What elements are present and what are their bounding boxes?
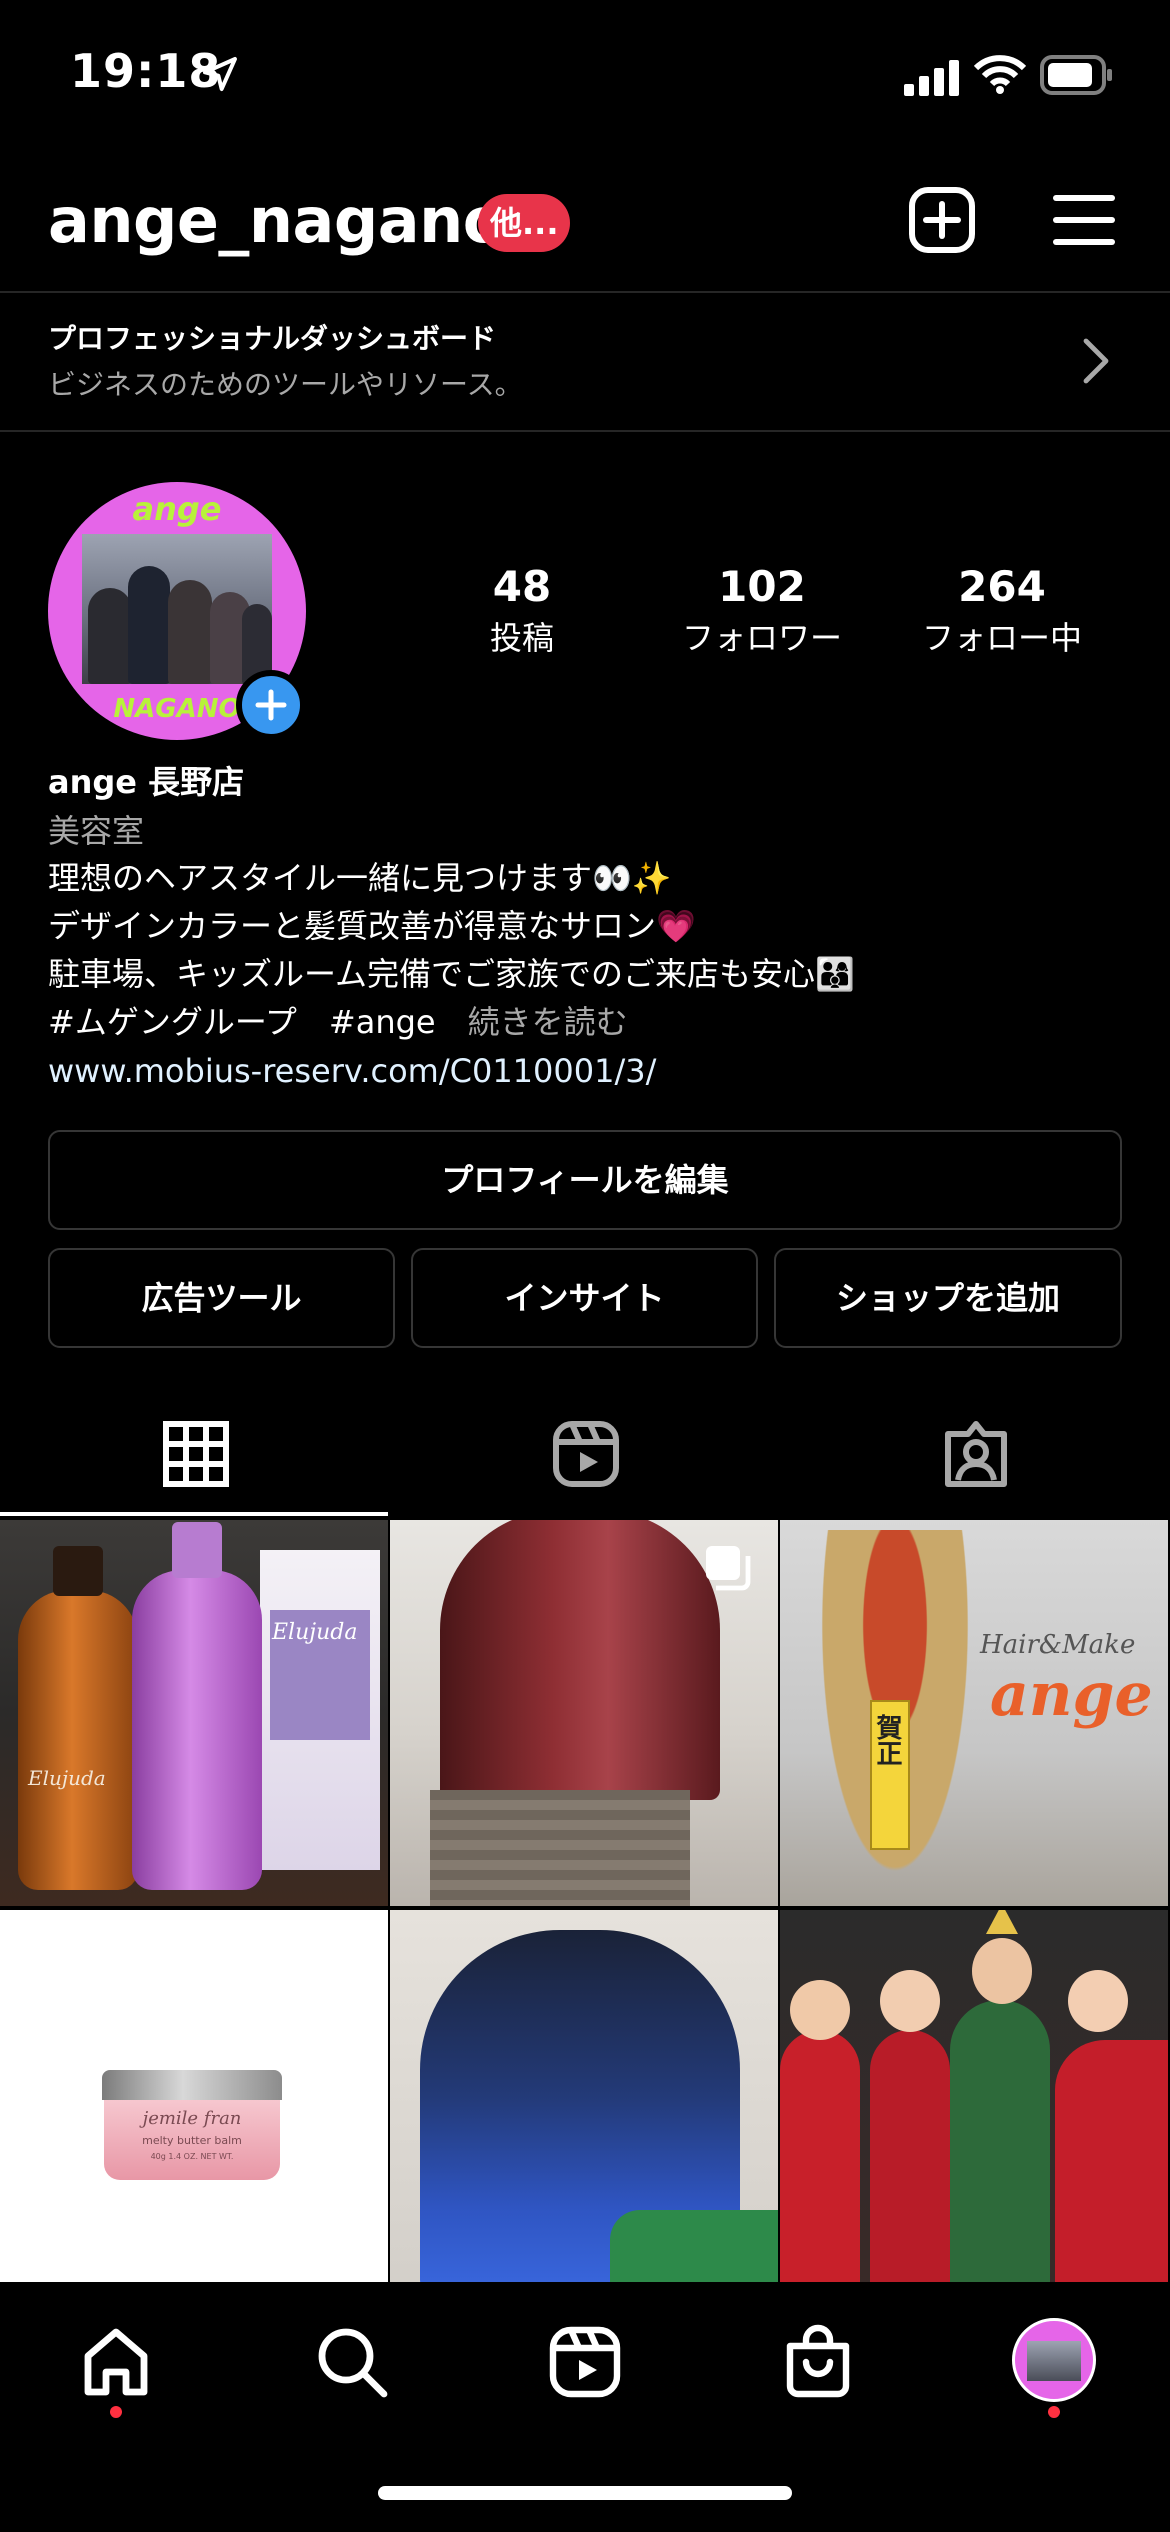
person-santa-2 bbox=[870, 2030, 950, 2296]
reels-icon bbox=[553, 1421, 619, 1487]
bottle-label: Elujuda bbox=[28, 1766, 106, 1790]
person-tree-costume bbox=[950, 2000, 1050, 2296]
add-story-plus-icon[interactable] bbox=[236, 670, 306, 740]
new-post-icon[interactable] bbox=[906, 184, 978, 256]
gasho-text: 賀正 bbox=[872, 1714, 902, 1766]
wifi-icon bbox=[974, 55, 1026, 94]
following-count-label: フォロー中 bbox=[921, 619, 1082, 657]
purple-serum-bottle bbox=[132, 1522, 262, 1890]
grid-post-4[interactable]: jemile fran melty butter balm 40g 1.4 OZ… bbox=[0, 1910, 388, 2296]
followers-count[interactable]: 102 フォロワー bbox=[652, 560, 872, 662]
bio-line-4: #ムゲングループ #ange 続きを読む bbox=[48, 998, 1128, 1046]
add-shop-button[interactable]: ショップを追加 bbox=[774, 1248, 1122, 1348]
search-icon[interactable] bbox=[312, 2322, 392, 2402]
product-box-text: Elujuda bbox=[272, 1620, 358, 1645]
grid-post-5[interactable] bbox=[390, 1910, 778, 2296]
posts-count-value: 48 bbox=[492, 562, 552, 611]
tab-tagged[interactable] bbox=[780, 1400, 1170, 1516]
grid-icon bbox=[163, 1421, 229, 1487]
following-count[interactable]: 264 フォロー中 bbox=[892, 560, 1112, 662]
product-box: Elujuda bbox=[260, 1550, 380, 1870]
tagged-person-icon bbox=[945, 1421, 1007, 1487]
shop-bag-icon[interactable] bbox=[778, 2322, 858, 2402]
dashboard-subtitle: ビジネスのためのツールやリソース。 bbox=[48, 368, 523, 401]
profile-nav-avatar[interactable] bbox=[1012, 2318, 1096, 2402]
read-more-link[interactable]: 続きを読む bbox=[468, 1003, 628, 1041]
salon-sign-logo: ange bbox=[990, 1660, 1153, 1730]
home-indicator bbox=[378, 2486, 792, 2500]
bio-line-3: 駐車場、キッズルーム完備でご家族でのご来店も安心👨‍👩‍👦 bbox=[48, 955, 855, 993]
bio-line-2: デザインカラーと髪質改善が得意なサロン💗 bbox=[48, 907, 696, 945]
display-name: ange 長野店 bbox=[48, 763, 245, 801]
following-count-value: 264 bbox=[958, 562, 1046, 611]
balm-weight: 40g 1.4 OZ. NET WT. bbox=[150, 2152, 234, 2161]
status-time: 19:18 bbox=[70, 44, 222, 98]
balm-jar: jemile fran melty butter balm 40g 1.4 OZ… bbox=[104, 2100, 280, 2180]
avatar-group-photo bbox=[82, 534, 272, 684]
salon-sign-small: Hair&Make bbox=[980, 1630, 1136, 1660]
insights-button[interactable]: インサイト bbox=[411, 1248, 758, 1348]
balm-jar-lid bbox=[102, 2070, 282, 2100]
status-bar: 19:18 bbox=[0, 0, 1170, 150]
reels-nav-icon[interactable] bbox=[545, 2322, 625, 2402]
bio-line-1: 理想のヘアスタイル一緒に見つけます👀✨ bbox=[48, 859, 672, 897]
profile-bio: ange 長野店 美容室 理想のヘアスタイル一緒に見つけます👀✨ デザインカラー… bbox=[48, 756, 1128, 1096]
professional-dashboard-link[interactable]: プロフェッショナルダッシュボード ビジネスのためのツールやリソース。 bbox=[0, 291, 1170, 432]
balm-product-name: melty butter balm bbox=[142, 2134, 242, 2147]
notification-badge[interactable]: 他... bbox=[478, 194, 571, 252]
knit-collar bbox=[430, 1790, 690, 1906]
active-tab-indicator bbox=[0, 1512, 388, 1516]
home-notification-dot bbox=[110, 2406, 122, 2418]
location-arrow-icon bbox=[203, 57, 237, 91]
cellular-signal-icon bbox=[904, 60, 959, 96]
battery-icon bbox=[1040, 55, 1112, 95]
balm-brand: jemile fran bbox=[142, 2108, 242, 2129]
decoration-tag: 賀正 bbox=[870, 1700, 910, 1850]
grid-post-2[interactable] bbox=[390, 1520, 778, 1906]
grid-post-3[interactable]: Hair&Make ange 賀正 bbox=[780, 1520, 1168, 1906]
grid-post-1[interactable]: Elujuda Elujuda bbox=[0, 1520, 388, 1906]
carousel-icon bbox=[706, 1546, 751, 1591]
person-santa-3 bbox=[1055, 2040, 1168, 2296]
profile-notification-dot bbox=[1048, 2406, 1060, 2418]
website-link[interactable]: www.mobius-reserv.com/C0110001/3/ bbox=[48, 1046, 1128, 1096]
amber-serum-bottle: Elujuda bbox=[18, 1546, 138, 1890]
dashboard-title: プロフェッショナルダッシュボード bbox=[48, 322, 497, 355]
followers-count-value: 102 bbox=[718, 562, 806, 611]
business-category: 美容室 bbox=[48, 812, 145, 850]
avatar-logo-text: ange bbox=[132, 490, 222, 528]
profile-header: ange_nagano 他... bbox=[0, 170, 1170, 290]
posts-count[interactable]: 48 投稿 bbox=[412, 560, 632, 662]
edit-profile-button[interactable]: プロフィールを編集 bbox=[48, 1130, 1122, 1230]
tab-reels[interactable] bbox=[390, 1400, 780, 1516]
ad-tools-button[interactable]: 広告ツール bbox=[48, 1248, 395, 1348]
home-icon[interactable] bbox=[76, 2322, 156, 2402]
red-bob-hair bbox=[440, 1520, 720, 1800]
tab-posts-grid[interactable] bbox=[0, 1400, 390, 1516]
chevron-right-icon bbox=[1083, 338, 1109, 384]
posts-count-label: 投稿 bbox=[489, 619, 554, 657]
bio-hashtags[interactable]: #ムゲングループ #ange bbox=[48, 1003, 468, 1041]
person-santa-1 bbox=[780, 2030, 860, 2296]
followers-count-label: フォロワー bbox=[681, 619, 842, 657]
hamburger-menu-icon[interactable] bbox=[1052, 190, 1116, 250]
grid-post-6[interactable] bbox=[780, 1910, 1168, 2296]
username-switcher[interactable]: ange_nagano bbox=[48, 184, 505, 257]
